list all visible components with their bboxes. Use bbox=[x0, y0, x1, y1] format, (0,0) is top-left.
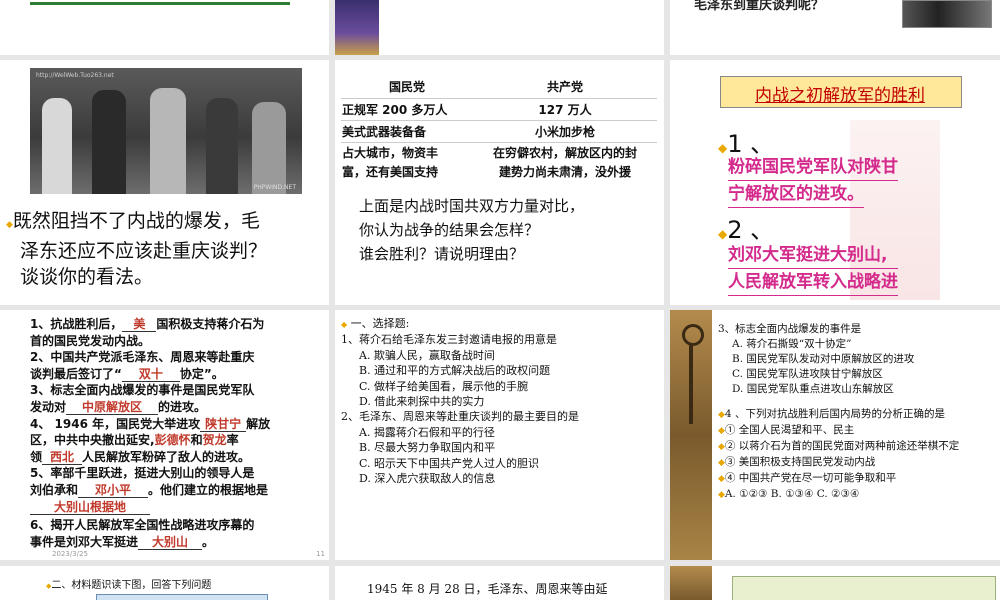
photo-figure bbox=[92, 90, 126, 194]
slide-4: http://WelWeb.Tuo263.net PHPWIND.NET ◆既然… bbox=[0, 60, 329, 305]
table-cell: 在穷僻农村，解放区内的封 建势力尚未肃清，没外援 bbox=[492, 145, 637, 179]
slide-11: 1945 年 8 月 28 日，毛泽东、周恩来等由延 bbox=[335, 566, 664, 600]
slide-date: 2023/3/25 bbox=[52, 550, 88, 558]
slide-12 bbox=[670, 566, 1000, 600]
victory-text-1: 粉碎国民党军队对陕甘 宁解放区的进攻。 bbox=[728, 154, 898, 208]
answer-double-ten: 双十 bbox=[121, 367, 180, 382]
photo-figure bbox=[150, 88, 186, 194]
option-d: D. 深入虎穴获取敌人的信息 bbox=[359, 472, 496, 486]
option-a: A. 揭露蒋介石假和平的行径 bbox=[359, 425, 495, 439]
answer-northwest: 西北 bbox=[42, 450, 83, 465]
slide-1-decor-line bbox=[30, 2, 290, 5]
decor-strip bbox=[670, 310, 712, 560]
fill-in-questions: 1、抗战胜利后，美国积极支持蒋介石为 首的国民党发动内战。 2、中国共产党派毛泽… bbox=[30, 317, 271, 550]
key-shaft bbox=[689, 344, 693, 424]
option-c: C. 昭示天下中国共产党人过人的胆识 bbox=[359, 456, 540, 470]
statement-3: ③ 美国积极支持国民党发动内战 bbox=[724, 456, 876, 468]
photo-figure bbox=[252, 102, 286, 194]
question-2: 2、毛泽东、周恩来等赴重庆谈判的最主要目的是 bbox=[341, 410, 579, 424]
option-b: B. 通过和平的方式解决战后的政权问题 bbox=[359, 364, 551, 378]
answer-shaanganning: 陕甘宁 bbox=[200, 417, 247, 432]
table-header-cpc: 共产党 bbox=[546, 80, 583, 95]
map-image bbox=[732, 576, 996, 600]
material-figure bbox=[96, 594, 268, 600]
question-4: 4 、下列对抗战胜利后国内局势的分析正确的是 bbox=[724, 408, 945, 420]
question-line-1: 上面是内战时国共双方力量对比， bbox=[359, 197, 585, 215]
slide-3: 毛泽东到重庆谈判呢？ bbox=[670, 0, 1000, 55]
photo-watermark-bottom: PHPWIND.NET bbox=[253, 184, 296, 191]
slide-7: 1、抗战胜利后，美国积极支持蒋介石为 首的国民党发动内战。 2、中国共产党派毛泽… bbox=[0, 310, 329, 560]
table-cell: 美式武器装备备 bbox=[342, 124, 427, 139]
choice-questions-cont: 3、标志全面内战爆发的事件是 A. 蒋介石撕毁“双十协定” B. 国民党军队发动… bbox=[718, 322, 985, 503]
question-line-2: 泽东还应不应该赴重庆谈判？ bbox=[20, 240, 268, 262]
option-c: C. 做样子给美国看，展示他的手腕 bbox=[359, 379, 529, 393]
answer-options: A. ①②③ B. ①③④ C. ②③④ bbox=[724, 488, 860, 500]
question-line-3: 谈谈你的看法。 bbox=[20, 266, 154, 288]
answer-central-plains: 中原解放区 bbox=[66, 400, 159, 416]
section-head: ◆ 一、选择题: bbox=[341, 317, 410, 330]
bullet-icon: ◆ bbox=[718, 141, 728, 155]
photo-figure bbox=[206, 98, 238, 194]
slide-8: ◆ 一、选择题: 1、蒋介石给毛泽东发三封邀请电报的用意是 A. 欺骗人民，赢取… bbox=[335, 310, 664, 560]
comparison-table: 国民党 共产党 正规军 200 多万人 127 万人 美式武器装备备 小米加步枪… bbox=[341, 76, 657, 183]
key-icon bbox=[682, 324, 704, 346]
slide-5: 国民党 共产党 正规军 200 多万人 127 万人 美式武器装备备 小米加步枪… bbox=[335, 60, 664, 305]
comparison-question: 上面是内战时国共双方力量对比， 你认为战争的结果会怎样？ 谁会胜利？请说明理由？ bbox=[359, 194, 584, 266]
slide-2 bbox=[335, 0, 664, 55]
question-line-3: 谁会胜利？请说明理由？ bbox=[359, 245, 525, 263]
historical-photo: http://WelWeb.Tuo263.net PHPWIND.NET bbox=[30, 68, 302, 194]
answer-us: 美 bbox=[122, 317, 157, 333]
answer-dabie-base: 大别山根据地 bbox=[30, 500, 150, 515]
choice-questions: ◆ 一、选择题: 1、蒋介石给毛泽东发三封邀请电报的用意是 A. 欺骗人民，赢取… bbox=[341, 316, 579, 486]
question-line-1: 既然阻挡不了内战的爆发，毛 bbox=[12, 210, 260, 232]
slide-page-number: 11 bbox=[316, 550, 325, 558]
question-text: ◆既然阻挡不了内战的爆发，毛 泽东还应不应该赴重庆谈判？ 谈谈你的看法。 bbox=[6, 208, 267, 290]
question-line-2: 你认为战争的结果会怎样？ bbox=[359, 221, 540, 239]
bullet-icon: ◆ bbox=[718, 227, 728, 241]
question-3: 3、标志全面内战爆发的事件是 bbox=[718, 323, 862, 335]
material-question-head: ◆二、材料题识读下图，回答下列问题 bbox=[46, 580, 212, 591]
option-b: B. 尽最大努力争取国内和平 bbox=[359, 441, 496, 455]
answer-deng-xiaoping: 邓小平 bbox=[78, 483, 149, 499]
statement-1: ① 全国人民渴望和平、民主 bbox=[724, 424, 855, 436]
answer-dabie-mountain: 大别山 bbox=[138, 535, 203, 550]
option-a: A. 欺骗人民，赢取备战时间 bbox=[359, 348, 495, 362]
material-text: 1945 年 8 月 28 日，毛泽东、周恩来等由延 bbox=[367, 582, 608, 596]
table-cell: 小米加步枪 bbox=[534, 124, 595, 139]
option-d: D. 借此来刺探中共的实力 bbox=[359, 395, 485, 409]
victory-text-2: 刘邓大军挺进大别山, 人民解放军转入战略进 bbox=[728, 242, 898, 296]
slide-title-text: 内战之初解放军的胜利 bbox=[755, 86, 925, 106]
table-header-kmt: 国民党 bbox=[388, 80, 425, 95]
decor-strip bbox=[670, 566, 712, 600]
table-cell: 正规军 200 多万人 bbox=[342, 102, 448, 117]
option-b: B. 国民党军队发动对中原解放区的进攻 bbox=[732, 353, 915, 365]
photo-watermark-top: http://WelWeb.Tuo263.net bbox=[36, 72, 114, 79]
victory-number-2: ◆2 、 bbox=[718, 216, 775, 244]
option-c: C. 国民党军队进攻陕甘宁解放区 bbox=[732, 368, 883, 380]
slide-9: 3、标志全面内战爆发的事件是 A. 蒋介石撕毁“双十协定” B. 国民党军队发动… bbox=[670, 310, 1000, 560]
option-a: A. 蒋介石撕毁“双十协定” bbox=[732, 338, 852, 350]
slide-10: ◆二、材料题识读下图，回答下列问题 bbox=[0, 566, 329, 600]
statement-4: ④ 中国共产党在尽一切可能争取和平 bbox=[724, 472, 897, 484]
bullet-icon: ◆ bbox=[6, 220, 13, 230]
slide-3-photo bbox=[902, 0, 992, 28]
table-cell: 占大城市，物资丰 富，还有美国支持 bbox=[342, 145, 439, 179]
slide-2-image-strip bbox=[335, 0, 379, 55]
slide-1 bbox=[0, 0, 329, 55]
answer-peng-dehuai: 彭德怀 bbox=[154, 433, 191, 448]
statement-2: ② 以蒋介石为首的国民党面对两种前途还举棋不定 bbox=[724, 440, 960, 452]
option-d: D. 国民党军队重点进攻山东解放区 bbox=[732, 383, 894, 395]
slide-3-text: 毛泽东到重庆谈判呢？ bbox=[694, 0, 825, 13]
question-1: 1、蒋介石给毛泽东发三封邀请电报的用意是 bbox=[341, 333, 557, 347]
table-cell: 127 万人 bbox=[538, 102, 592, 117]
slide-6: 内战之初解放军的胜利 ◆1 、 粉碎国民党军队对陕甘 宁解放区的进攻。 ◆2 、… bbox=[670, 60, 1000, 305]
answer-he-long: 贺龙 bbox=[202, 433, 227, 448]
photo-figure bbox=[42, 98, 72, 194]
